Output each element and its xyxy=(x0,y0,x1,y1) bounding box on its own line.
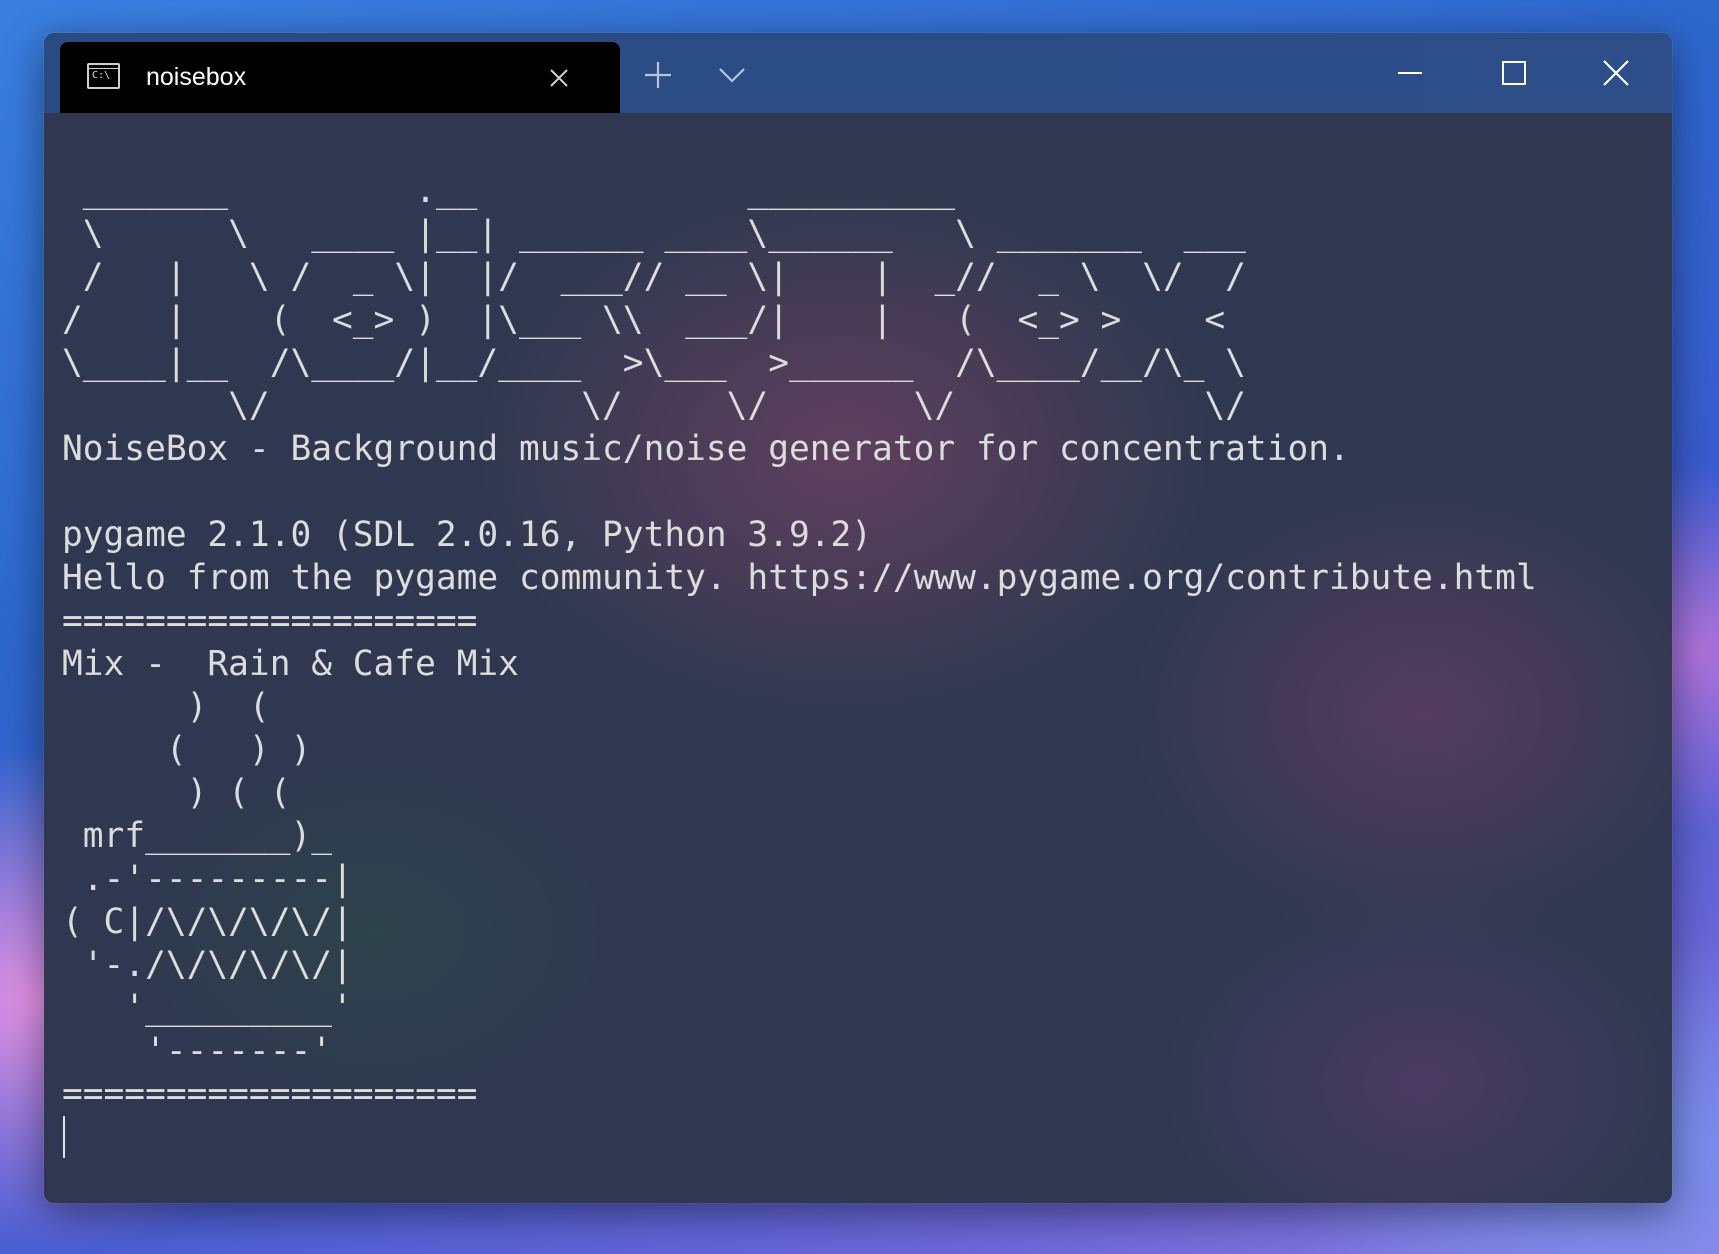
terminal-line: '_________' xyxy=(62,988,353,1028)
terminal-line: Hello from the pygame community. https:/… xyxy=(62,558,1537,598)
terminal-line: ==================== xyxy=(62,1074,478,1114)
terminal-line: '-./\/\/\/\/| xyxy=(62,945,353,985)
tab-noisebox[interactable]: C:\ noisebox xyxy=(60,42,620,113)
terminal-line: ( C|/\/\/\/\/| xyxy=(62,902,353,942)
close-icon[interactable] xyxy=(1596,53,1636,93)
tab-icon-text: C:\ xyxy=(92,70,111,81)
terminal-line: NoiseBox - Background music/noise genera… xyxy=(62,429,1350,469)
terminal-line: ) ( xyxy=(62,687,270,727)
maximize-icon[interactable] xyxy=(1494,53,1534,93)
terminal-output[interactable]: _______ .__ __________ \ \ ____ |__| ___… xyxy=(62,170,1652,1193)
terminal-line: ) ( ( xyxy=(62,773,291,813)
minimize-icon[interactable] xyxy=(1390,53,1430,93)
terminal-line: mrf_______)_ xyxy=(62,816,333,856)
close-icon[interactable] xyxy=(544,63,574,93)
terminal-line: ( ) ) xyxy=(62,730,312,770)
terminal-line: .-'---------| xyxy=(62,859,353,899)
terminal-line: \/ \/ \/ \/ \/ xyxy=(62,386,1246,426)
terminal-line: _______ .__ __________ xyxy=(62,171,956,211)
plus-icon[interactable] xyxy=(638,55,678,95)
terminal-line: / | ( <_> ) |\___ \\ ___/| | ( <_> > < xyxy=(62,300,1226,340)
terminal-icon: C:\ xyxy=(87,63,120,89)
tab-title: noisebox xyxy=(146,63,247,91)
chevron-down-icon[interactable] xyxy=(712,55,752,95)
text-cursor xyxy=(63,1116,65,1158)
terminal-line: \____|__ /\____/|__/____ >\___ >______ /… xyxy=(62,343,1246,383)
terminal-window: C:\ noisebox _______ .__ __________ \ \ … xyxy=(44,33,1672,1203)
terminal-line: pygame 2.1.0 (SDL 2.0.16, Python 3.9.2) xyxy=(62,515,873,555)
terminal-line: Mix - Rain & Cafe Mix xyxy=(62,644,519,684)
terminal-line: \ \ ____ |__| ______ ____\______ \ _____… xyxy=(62,214,1246,254)
terminal-line: '-------' xyxy=(62,1031,333,1071)
terminal-line: / | \ / _ \| |/ ___// __ \| | _// _ \ \/… xyxy=(62,257,1246,297)
title-bar[interactable]: C:\ noisebox xyxy=(44,33,1672,113)
terminal-line: ==================== xyxy=(62,601,478,641)
